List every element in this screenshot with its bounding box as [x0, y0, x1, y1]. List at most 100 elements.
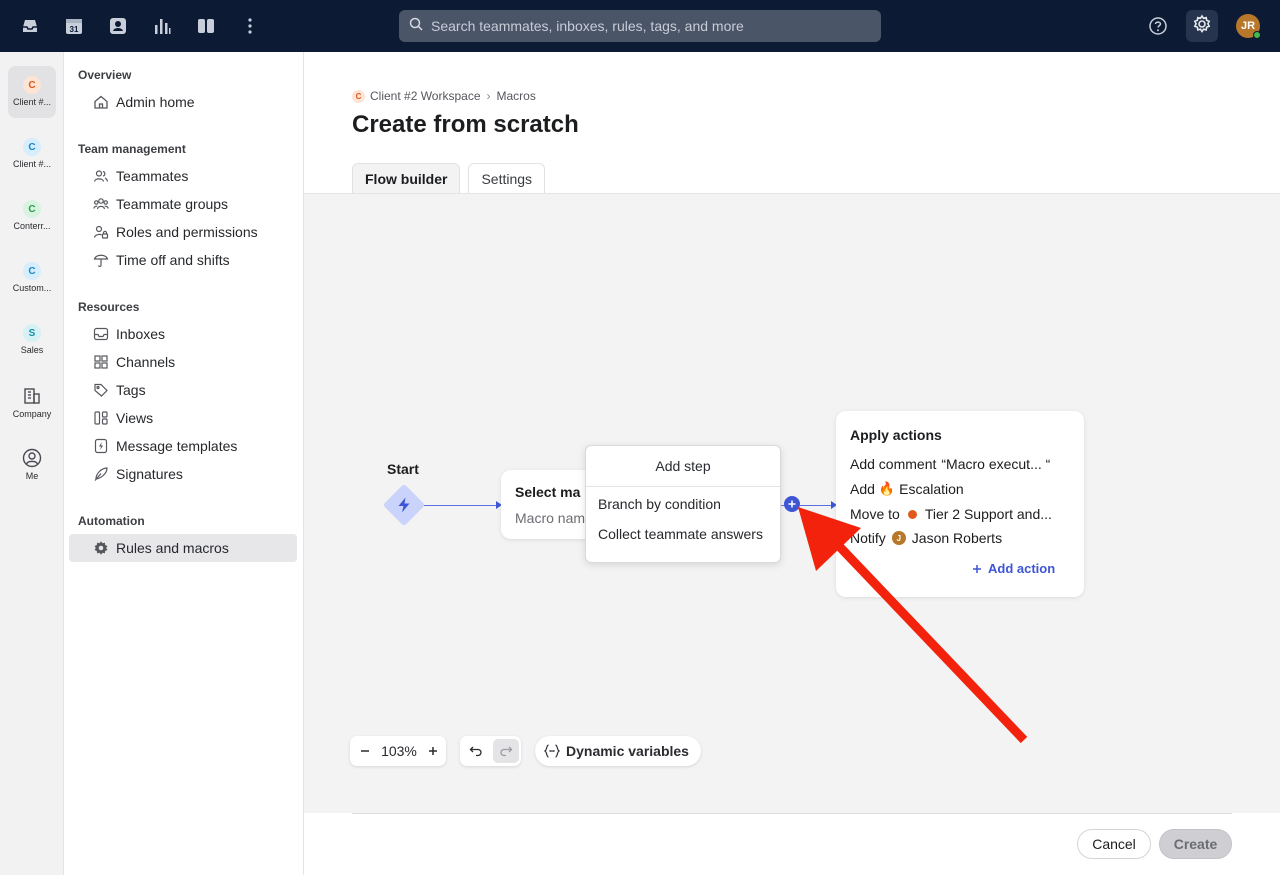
plus-icon — [973, 564, 981, 573]
sidebar-item-label: Admin home — [116, 94, 195, 110]
calendar-icon[interactable]: 31 — [62, 14, 86, 38]
add-step-plus-button[interactable] — [784, 496, 800, 512]
split-view-icon[interactable] — [194, 14, 218, 38]
workspace-label: Sales — [20, 345, 44, 355]
umbrella-icon — [92, 251, 110, 269]
select-card-subtitle: Macro nam — [515, 510, 586, 526]
workspace-company[interactable]: Company — [8, 376, 56, 428]
workspace-badge: C — [23, 262, 41, 280]
breadcrumb: C Client #2 Workspace › Macros — [352, 89, 536, 103]
tab-settings[interactable]: Settings — [468, 163, 546, 194]
workspace-customer[interactable]: C Custom... — [8, 252, 56, 304]
sidebar-item-teammate-groups[interactable]: Teammate groups — [69, 190, 297, 218]
section-title-team-management: Team management — [78, 142, 186, 156]
person-circle-icon — [22, 448, 42, 468]
sidebar-item-time-off-and-shifts[interactable]: Time off and shifts — [69, 246, 297, 274]
online-status-dot — [1253, 31, 1261, 39]
plus-icon — [788, 500, 796, 508]
undo-icon — [469, 746, 482, 757]
workspace-me[interactable]: Me — [8, 438, 56, 490]
analytics-icon[interactable] — [150, 14, 174, 38]
section-title-resources: Resources — [78, 300, 140, 314]
action-row-add-comment: Add comment “Macro execut... “ — [850, 456, 1074, 472]
sidebar-item-label: Inboxes — [116, 326, 166, 342]
minus-icon — [360, 750, 369, 752]
dynamic-variables-button[interactable]: Dynamic variables — [535, 736, 701, 766]
select-card-title: Select ma — [515, 484, 581, 500]
sidebar-item-label: Time off and shifts — [116, 252, 230, 268]
sidebar-item-admin-home[interactable]: Admin home — [69, 88, 297, 116]
menu-item-collect-teammate-answers[interactable]: Collect teammate answers — [586, 519, 780, 549]
add-action-button[interactable]: Add action — [972, 561, 1055, 576]
action-row-move-to: Move to Tier 2 Support and... — [850, 506, 1074, 522]
inbox-icon[interactable] — [18, 14, 42, 38]
template-icon — [92, 437, 110, 455]
workspace-badge: S — [23, 324, 41, 342]
create-button[interactable]: Create — [1159, 829, 1232, 859]
flow-edge — [800, 505, 832, 506]
breadcrumb-page[interactable]: Macros — [497, 89, 536, 103]
zoom-out-button[interactable] — [352, 739, 377, 763]
sidebar-item-inboxes[interactable]: Inboxes — [69, 320, 297, 348]
action-prefix: Move to — [850, 506, 900, 522]
main-content: C Client #2 Workspace › Macros Create fr… — [304, 52, 1280, 875]
workspace-badge: C — [352, 89, 365, 103]
inbox-color-dot — [907, 509, 917, 519]
sidebar-item-channels[interactable]: Channels — [69, 348, 297, 376]
zoom-in-button[interactable] — [421, 739, 446, 763]
sidebar-item-label: Teammate groups — [116, 196, 229, 212]
workspace-label: Custom... — [12, 283, 52, 293]
workspace-sales[interactable]: S Sales — [8, 314, 56, 366]
views-icon — [92, 409, 110, 427]
sidebar-item-views[interactable]: Views — [69, 404, 297, 432]
workspace-client-2[interactable]: C Client #... — [8, 66, 56, 118]
apply-actions-card[interactable]: Apply actions Add comment “Macro execut.… — [836, 411, 1084, 597]
flow-edge — [424, 505, 497, 506]
user-avatar[interactable]: JR — [1236, 14, 1261, 39]
add-action-label: Add action — [988, 561, 1056, 576]
contacts-icon[interactable] — [106, 14, 130, 38]
sidebar-item-signatures[interactable]: Signatures — [69, 460, 297, 488]
sidebar-item-message-templates[interactable]: Message templates — [69, 432, 297, 460]
sidebar-item-tags[interactable]: Tags — [69, 376, 297, 404]
sidebar-item-teammates[interactable]: Teammates — [69, 162, 297, 190]
teammate-groups-icon — [92, 195, 110, 213]
workspace-client-1[interactable]: C Client #... — [8, 128, 56, 180]
signature-icon — [92, 465, 110, 483]
tab-flow-builder[interactable]: Flow builder — [352, 163, 461, 194]
workspace-conterra[interactable]: C Conterr... — [8, 190, 56, 242]
more-icon[interactable] — [238, 14, 262, 38]
sidebar-item-rules-and-macros[interactable]: Rules and macros — [69, 534, 297, 562]
flow-canvas[interactable]: Start Select ma Macro nam Add step Branc… — [304, 193, 1280, 813]
menu-item-branch-by-condition[interactable]: Branch by condition — [586, 489, 780, 519]
settings-button[interactable] — [1186, 10, 1218, 42]
gear-icon — [92, 539, 110, 557]
plus-icon — [429, 747, 438, 755]
redo-button[interactable] — [493, 739, 519, 763]
cancel-button[interactable]: Cancel — [1077, 829, 1151, 859]
actions-card-title: Apply actions — [850, 427, 942, 443]
add-step-menu: Add step Branch by condition Collect tea… — [585, 445, 781, 563]
search-input[interactable] — [431, 18, 861, 34]
undo-button[interactable] — [463, 739, 489, 763]
workspace-badge: C — [23, 138, 41, 156]
help-icon[interactable] — [1146, 14, 1170, 38]
sidebar-item-roles-and-permissions[interactable]: Roles and permissions — [69, 218, 297, 246]
workspace-badge: C — [23, 76, 41, 94]
braces-icon — [544, 744, 560, 758]
workspace-label: Company — [12, 409, 52, 419]
top-bar: 31 JR — [0, 0, 1280, 52]
breadcrumb-workspace[interactable]: Client #2 Workspace — [370, 89, 481, 103]
sidebar-item-label: Views — [116, 410, 154, 426]
dynamic-variables-label: Dynamic variables — [566, 743, 689, 759]
inbox-icon — [92, 325, 110, 343]
sidebar-item-label: Teammates — [116, 168, 189, 184]
tab-bar: Flow builder Settings — [352, 163, 553, 194]
search-icon — [409, 17, 423, 36]
calendar-day: 31 — [70, 25, 79, 34]
history-toolbar — [460, 736, 521, 766]
gear-icon — [1192, 14, 1212, 39]
action-prefix: Add comment — [850, 456, 937, 472]
workspace-badge: C — [23, 200, 41, 218]
teammate-avatar: J — [891, 531, 906, 545]
